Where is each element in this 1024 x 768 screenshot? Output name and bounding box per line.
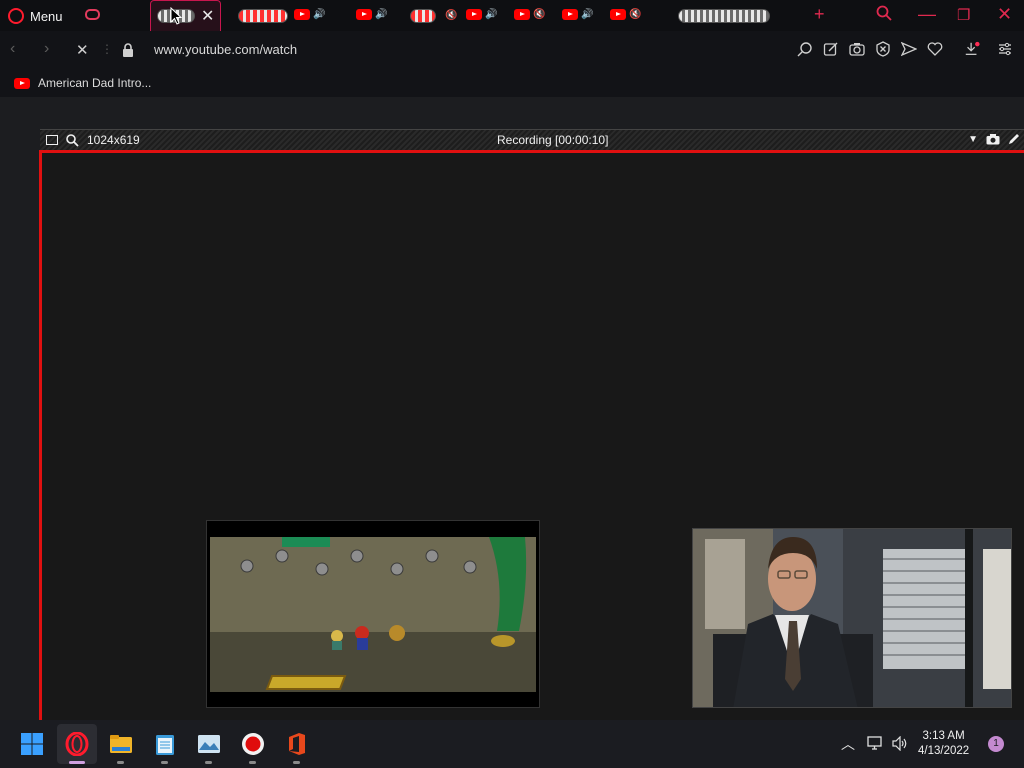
youtube-icon	[294, 9, 310, 20]
address-bar: ‹ › ✕ ⋮ www.youtube.com/watch	[0, 31, 1024, 69]
opera-logo-icon	[8, 8, 24, 24]
speaker-icon[interactable]: 🔊	[485, 9, 497, 20]
running-indicator	[117, 761, 124, 764]
youtube-icon	[14, 77, 30, 89]
tab-strip: Menu ✕ 🔊 🔊 🔇 🔊 🔇 🔊 🔇 + — ❐ ✕	[0, 0, 1024, 31]
clock[interactable]: 3:13 AM 4/13/2022	[918, 729, 969, 759]
tab-active[interactable]: ✕	[150, 0, 221, 31]
download-icon[interactable]	[964, 41, 980, 57]
tab-3[interactable]: 🔇	[404, 0, 457, 31]
running-indicator	[205, 761, 212, 764]
running-indicator	[161, 761, 168, 764]
running-indicator	[293, 761, 300, 764]
forward-icon[interactable]: ›	[44, 40, 49, 58]
restore-icon[interactable]: ❐	[957, 6, 970, 24]
muted-speaker-icon[interactable]: 🔇	[533, 9, 545, 20]
show-hidden-icons-icon[interactable]: ︿	[841, 734, 855, 754]
dropdown-icon[interactable]: ▼	[968, 134, 978, 145]
notification-badge[interactable]: 1	[988, 736, 1004, 752]
new-tab-icon[interactable]: +	[814, 4, 825, 25]
opera-gx-icon[interactable]	[65, 732, 89, 756]
zoom-icon[interactable]	[66, 133, 79, 147]
close-window-icon[interactable]: ✕	[997, 4, 1012, 25]
tab-favicon-icon	[678, 8, 770, 23]
snapshot-camera-icon[interactable]	[849, 41, 865, 57]
game-video-player[interactable]	[206, 520, 540, 708]
clock-time: 3:13 AM	[922, 730, 965, 742]
tab-youtube-3[interactable]: 🔊	[466, 9, 497, 20]
youtube-icon	[610, 9, 626, 20]
heart-icon[interactable]	[927, 41, 943, 57]
search-page-icon[interactable]	[797, 41, 813, 57]
youtube-icon	[466, 9, 482, 20]
muted-speaker-icon[interactable]: 🔇	[629, 9, 641, 20]
tab-favicon-icon	[238, 8, 288, 23]
file-explorer-icon[interactable]	[109, 732, 133, 756]
search-tabs-icon[interactable]	[876, 5, 892, 21]
menu-label: Menu	[30, 8, 63, 24]
lock-icon[interactable]	[122, 43, 134, 57]
send-icon[interactable]	[901, 41, 917, 57]
tab-close-icon[interactable]: ✕	[201, 6, 214, 26]
url-field[interactable]: www.youtube.com/watch	[154, 42, 297, 57]
photos-icon[interactable]	[197, 732, 221, 756]
tab-youtube-4[interactable]: 🔇	[514, 9, 545, 20]
gx-control-icon[interactable]	[85, 9, 100, 20]
tab-youtube-6[interactable]: 🔇	[610, 9, 641, 20]
camera-icon[interactable]	[986, 133, 1000, 145]
speaker-icon[interactable]: 🔊	[581, 9, 593, 20]
youtube-icon	[356, 9, 372, 20]
speaker-icon[interactable]: 🔊	[313, 9, 325, 20]
notepad-icon[interactable]	[153, 732, 177, 756]
minimize-icon[interactable]: —	[918, 4, 936, 25]
recording-status: Recording [00:00:10]	[497, 133, 609, 147]
bookmark-label: American Dad Intro...	[38, 76, 152, 90]
opera-menu-button[interactable]: Menu	[8, 6, 63, 26]
office-video-player[interactable]	[692, 528, 1012, 708]
tab-2[interactable]	[232, 0, 288, 31]
recording-dimensions: 1024x619	[87, 133, 140, 147]
clock-date: 4/13/2022	[918, 745, 970, 757]
easy-setup-icon[interactable]	[997, 41, 1013, 57]
back-icon[interactable]: ‹	[10, 40, 15, 58]
tab-youtube-2[interactable]: 🔊	[356, 9, 387, 20]
windows-taskbar: ︿ 3:13 AM 4/13/2022 1	[0, 720, 1024, 768]
speaker-icon[interactable]: 🔊	[375, 9, 387, 20]
game-scene-image	[207, 521, 539, 707]
pencil-icon[interactable]	[1008, 133, 1020, 145]
volume-icon[interactable]	[892, 736, 909, 751]
fullscreen-icon[interactable]	[46, 135, 58, 145]
tab-youtube-1[interactable]: 🔊	[294, 9, 325, 20]
youtube-icon	[514, 9, 530, 20]
muted-speaker-icon[interactable]: 🔇	[445, 10, 457, 21]
tab-favicon-icon	[410, 8, 436, 23]
screen-recorder-icon[interactable]	[241, 732, 265, 756]
separator: ⋮	[101, 42, 113, 56]
recorder-toolbar: 1024x619 Recording [00:00:10] ▼	[40, 129, 1024, 150]
mouse-cursor-icon	[170, 7, 182, 25]
network-icon[interactable]	[867, 736, 884, 751]
office-icon[interactable]	[285, 732, 309, 756]
edit-icon[interactable]	[823, 41, 839, 57]
windows-start-icon[interactable]	[20, 732, 44, 756]
bookmarks-bar: American Dad Intro...	[0, 69, 1024, 97]
running-indicator	[249, 761, 256, 764]
stop-loading-icon[interactable]: ✕	[76, 41, 89, 59]
tab-youtube-5[interactable]: 🔊	[562, 9, 593, 20]
tab-4[interactable]	[672, 0, 770, 31]
office-scene-image	[693, 529, 1011, 707]
active-indicator	[69, 761, 85, 764]
adblock-icon[interactable]	[875, 41, 891, 57]
youtube-icon	[562, 9, 578, 20]
bookmark-item[interactable]: American Dad Intro...	[14, 76, 151, 90]
